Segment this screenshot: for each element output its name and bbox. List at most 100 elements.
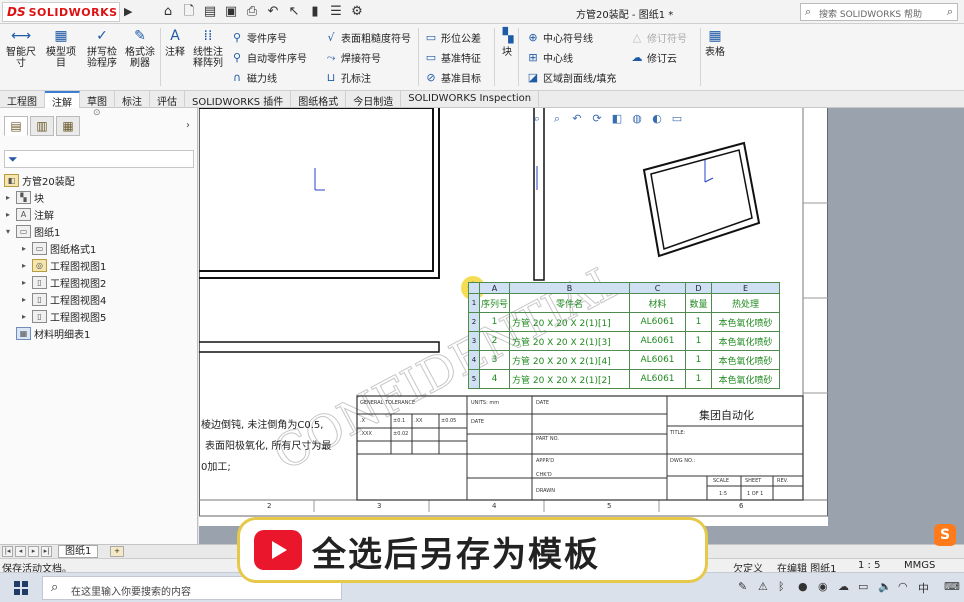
bom-table[interactable]: A B C D E 1 序列号 零件名 材料 数量 热处理 2 1 方管 20 …: [468, 282, 780, 389]
bom-cell[interactable]: 本色氧化喷砂: [711, 331, 780, 351]
bom-cell[interactable]: 1: [685, 369, 712, 389]
tab-dimension[interactable]: 标注: [115, 91, 150, 108]
rotate-view-icon[interactable]: ⟳: [589, 112, 605, 126]
search-go-icon[interactable]: ⌕: [947, 5, 953, 19]
zoom-fit-icon[interactable]: ⌕: [529, 112, 545, 126]
bom-col-letter[interactable]: A: [479, 282, 510, 294]
bom-cell[interactable]: 1: [685, 312, 712, 332]
last-sheet-icon[interactable]: ▸|: [41, 546, 52, 557]
spell-check-button[interactable]: ✓ 拼写检 验程序: [84, 27, 120, 69]
bom-header-cell[interactable]: 材料: [629, 293, 686, 313]
select-cursor-icon[interactable]: ↖: [286, 3, 302, 20]
hole-callout-button[interactable]: ⊔ 孔标注: [324, 70, 371, 85]
surface-finish-button[interactable]: √ 表面粗糙度符号: [324, 30, 411, 45]
undo-icon[interactable]: ↶: [265, 3, 281, 20]
expand-icon[interactable]: ▸: [22, 244, 32, 253]
tree-item-sheet1[interactable]: ▾ ▭ 图纸1: [6, 223, 60, 240]
drawing-canvas[interactable]: CONFIDENTIAL ⌕ ⌕ ↶ ⟳ ◧ ◍ ◐ ▭ A B C D E 1…: [199, 108, 964, 544]
first-sheet-icon[interactable]: |◂: [2, 546, 13, 557]
bom-row-number[interactable]: 3: [468, 331, 480, 351]
model-items-button[interactable]: ▦ 模型项 目: [42, 27, 80, 69]
expand-icon[interactable]: ▸: [22, 278, 32, 287]
datum-feature-button[interactable]: ▭ 基准特征: [424, 50, 481, 65]
sheet-scale-status[interactable]: 1 : 5: [858, 560, 880, 571]
bom-cell[interactable]: 4: [479, 369, 510, 389]
bom-cell[interactable]: 方管 20 X 20 X 2(1)[3]: [509, 331, 630, 351]
expand-icon[interactable]: ▸: [6, 210, 16, 219]
tree-item-blocks[interactable]: ▸ ▚ 块: [6, 189, 44, 206]
hide-show-icon[interactable]: ◍: [629, 112, 645, 126]
expand-icon[interactable]: ▸: [22, 312, 32, 321]
bom-cell[interactable]: AL6061: [629, 369, 686, 389]
bom-cell[interactable]: AL6061: [629, 312, 686, 332]
bom-header-cell[interactable]: 数量: [685, 293, 712, 313]
tab-sketch[interactable]: 草图: [80, 91, 115, 108]
centerline-button[interactable]: ⊞ 中心线: [526, 50, 573, 65]
bom-cell[interactable]: 1: [685, 331, 712, 351]
datum-target-button[interactable]: ⊘ 基准目标: [424, 70, 481, 85]
bom-header-cell[interactable]: 零件名: [509, 293, 630, 313]
sheet-tab[interactable]: 图纸1: [58, 545, 99, 558]
revision-symbol-button[interactable]: △ 修订符号: [630, 30, 687, 45]
options-list-icon[interactable]: ☰: [328, 3, 344, 20]
bom-cell[interactable]: AL6061: [629, 350, 686, 370]
bom-cell[interactable]: 方管 20 X 20 X 2(1)[2]: [509, 369, 630, 389]
tree-item-annotations[interactable]: ▸ A 注解: [6, 206, 54, 223]
tab-evaluate[interactable]: 评估: [150, 91, 185, 108]
configuration-tab-icon[interactable]: ▦: [56, 116, 80, 136]
collapse-icon[interactable]: ▾: [6, 227, 16, 236]
property-manager-tab-icon[interactable]: ▥: [30, 116, 54, 136]
tab-mbd[interactable]: 今日制造: [346, 91, 402, 108]
appearance-icon[interactable]: ◐: [649, 112, 665, 126]
wechat-icon[interactable]: ◉: [818, 580, 828, 593]
bom-cell[interactable]: 1: [685, 350, 712, 370]
bom-cell[interactable]: 方管 20 X 20 X 2(1)[4]: [509, 350, 630, 370]
next-sheet-icon[interactable]: ▸: [28, 546, 39, 557]
bom-cell[interactable]: 本色氧化喷砂: [711, 369, 780, 389]
bom-cell[interactable]: 1: [479, 312, 510, 332]
home-icon[interactable]: ⌂: [160, 3, 176, 20]
balloon-button[interactable]: ⚲ 零件序号: [230, 30, 287, 45]
wifi-icon[interactable]: ◠: [898, 580, 908, 593]
bom-row-number[interactable]: 2: [468, 312, 480, 332]
bom-col-letter[interactable]: B: [509, 282, 630, 294]
drawing-sheet[interactable]: CONFIDENTIAL ⌕ ⌕ ↶ ⟳ ◧ ◍ ◐ ▭ A B C D E 1…: [199, 108, 828, 526]
panel-more-icon[interactable]: ›: [186, 120, 190, 131]
tree-item-sheet-format[interactable]: ▸ ▭ 图纸格式1: [22, 240, 96, 257]
zoom-area-icon[interactable]: ⌕: [549, 112, 565, 126]
bom-cell[interactable]: 方管 20 X 20 X 2(1)[1]: [509, 312, 630, 332]
cloud-tray-icon[interactable]: ☁: [838, 580, 849, 593]
bom-cell[interactable]: 3: [479, 350, 510, 370]
display-style-icon[interactable]: ◧: [609, 112, 625, 126]
tab-drawing[interactable]: 工程图: [0, 91, 45, 108]
gear-icon[interactable]: ⚙: [349, 3, 365, 20]
notification-icon[interactable]: ⚠: [758, 580, 768, 593]
ink-workspace-icon[interactable]: ✎: [738, 580, 747, 593]
table-button[interactable]: ▦ 表格: [703, 27, 727, 58]
bom-cell[interactable]: 本色氧化喷砂: [711, 312, 780, 332]
open-folder-icon[interactable]: ▤: [202, 3, 218, 20]
gdt-button[interactable]: ▭ 形位公差: [424, 30, 481, 45]
bom-header-cell[interactable]: 序列号: [479, 293, 510, 313]
tab-addins[interactable]: SOLIDWORKS 插件: [185, 91, 292, 108]
tree-item-view2[interactable]: ▸ ▯ 工程图视图2: [22, 274, 106, 291]
ime-indicator[interactable]: 中: [918, 580, 929, 596]
bom-cell[interactable]: AL6061: [629, 331, 686, 351]
previous-view-icon[interactable]: ↶: [569, 112, 585, 126]
solidworks-logo[interactable]: DS SOLIDWORKS: [2, 2, 120, 22]
app-tray-icon[interactable]: ●: [798, 580, 808, 593]
expand-icon[interactable]: ▸: [6, 193, 16, 202]
center-mark-button[interactable]: ⊕ 中心符号线: [526, 30, 593, 45]
traffic-light-icon[interactable]: ▮: [307, 3, 323, 20]
tree-item-view1[interactable]: ▸ ◎ 工程图视图1: [22, 257, 106, 274]
note-button[interactable]: A 注释: [162, 27, 188, 58]
windows-start-icon[interactable]: [14, 581, 28, 595]
bom-col-letter[interactable]: C: [629, 282, 686, 294]
tree-filter-input[interactable]: ⏷: [4, 150, 194, 168]
tab-inspection[interactable]: SOLIDWORKS Inspection: [401, 91, 540, 108]
bom-header-cell[interactable]: 热处理: [711, 293, 780, 313]
menu-expand-icon[interactable]: ▶: [124, 5, 132, 18]
tree-item-view5[interactable]: ▸ ▯ 工程图视图5: [22, 308, 106, 325]
bom-row-number[interactable]: 1: [468, 293, 480, 313]
scene-icon[interactable]: ▭: [669, 112, 685, 126]
